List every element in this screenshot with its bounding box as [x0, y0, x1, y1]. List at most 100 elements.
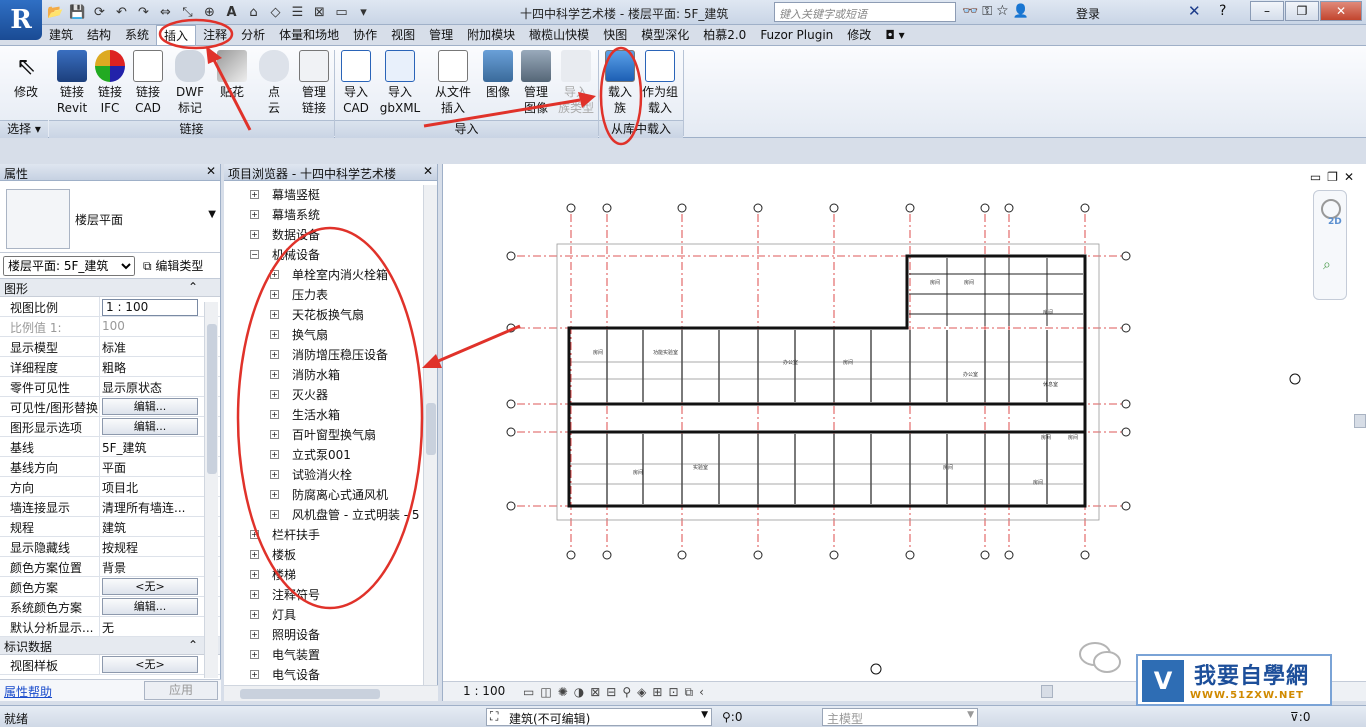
tab-quickmap[interactable]: 快图 [596, 25, 634, 45]
type-selector[interactable]: 楼层平面 ▼ [0, 181, 220, 253]
point-cloud-button[interactable]: 点云 [254, 50, 294, 116]
filter-icon[interactable]: ⊽ [1290, 710, 1299, 724]
thin-lines-icon[interactable]: ☰ [288, 3, 307, 22]
expand-icon[interactable]: + [270, 290, 279, 299]
tab-modify[interactable]: 修改 [840, 25, 878, 45]
tab-architecture[interactable]: 建筑 [42, 25, 80, 45]
expand-icon[interactable]: + [270, 490, 279, 499]
edit-type-button[interactable]: ⧉ 编辑类型 [143, 257, 203, 274]
browser-tree-item[interactable]: + 灯具 [224, 605, 422, 625]
expand-icon[interactable]: + [270, 390, 279, 399]
collapse-icon[interactable]: − [250, 250, 259, 259]
link-ifc-button[interactable]: 链接 IFC [90, 50, 130, 116]
expand-icon[interactable]: + [250, 210, 259, 219]
tab-addins[interactable]: 附加模块 [460, 25, 522, 45]
close-icon[interactable]: ✕ [206, 164, 216, 178]
tab-manage[interactable]: 管理 [422, 25, 460, 45]
load-as-group-button[interactable]: 作为组 载入 [640, 50, 680, 116]
browser-tree-item[interactable]: + 单栓室内消火栓箱 [224, 265, 422, 285]
browser-scrollbar[interactable] [423, 185, 437, 685]
tab-view[interactable]: 视图 [384, 25, 422, 45]
analytical-model-icon[interactable]: ⊡ [668, 685, 678, 700]
insert-from-file-button[interactable]: 从文件 插入 [430, 50, 476, 116]
visual-style-icon[interactable]: ◫ [540, 685, 551, 700]
instance-filter-select[interactable]: 楼层平面: 5F_建筑 [3, 255, 135, 276]
temporary-hide-icon[interactable]: ⚲ [622, 685, 631, 700]
browser-tree-item[interactable]: + 试验消火栓 [224, 465, 422, 485]
tab-collaborate[interactable]: 协作 [346, 25, 384, 45]
property-row[interactable]: 方向 项目北 [0, 477, 220, 497]
login-link[interactable]: 登录 [1076, 5, 1100, 22]
property-row[interactable]: 颜色方案 <无> [0, 577, 220, 597]
browser-tree-item[interactable]: + 风机盘管 - 立式明装 - 5 [224, 505, 422, 525]
detail-level-icon[interactable]: ▭ [523, 685, 534, 700]
text-icon[interactable]: A [222, 3, 241, 22]
editable-icon[interactable]: ⚲ [722, 710, 731, 724]
binoculars-icon[interactable]: 👓 [962, 4, 978, 19]
property-row[interactable]: 比例值 1: 100 [0, 317, 220, 337]
property-edit-button[interactable]: <无> [100, 655, 200, 674]
image-button[interactable]: 图像 [478, 50, 518, 100]
link-revit-button[interactable]: 链接 Revit [52, 50, 92, 116]
property-row[interactable]: 零件可见性 显示原状态 [0, 377, 220, 397]
tag-icon[interactable]: ⊕ [200, 3, 219, 22]
browser-tree-item[interactable]: + 照明设备 [224, 625, 422, 645]
group-select[interactable]: 选择 ▾ [0, 120, 48, 138]
property-row[interactable]: 图形显示选项 编辑... [0, 417, 220, 437]
properties-scrollbar[interactable] [204, 302, 218, 678]
3d-icon[interactable]: ⌂ [244, 3, 263, 22]
minimize-button[interactable]: – [1250, 1, 1284, 21]
tab-analyze[interactable]: 分析 [234, 25, 272, 45]
property-row[interactable]: 详细程度 粗略 [0, 357, 220, 377]
property-row[interactable]: 可见性/图形替换 编辑... [0, 397, 220, 417]
tab-insert[interactable]: 插入 [156, 25, 197, 45]
property-row[interactable]: 系统颜色方案 编辑... [0, 597, 220, 617]
section-identity-data[interactable]: 标识数据 ⌃ [0, 637, 220, 655]
reveal-hidden-icon[interactable]: ◈ [637, 685, 646, 700]
crop-view-icon[interactable]: ⊠ [590, 685, 600, 700]
close-icon[interactable]: ✕ [423, 164, 433, 178]
property-edit-button[interactable]: <无> [100, 577, 200, 596]
browser-hscrollbar[interactable] [224, 685, 438, 701]
browser-tree-item[interactable]: + 灭火器 [224, 385, 422, 405]
manage-images-button[interactable]: 管理 图像 [516, 50, 556, 116]
horizontal-scroll-thumb[interactable] [1041, 685, 1053, 698]
tab-model-deepen[interactable]: 模型深化 [634, 25, 696, 45]
tab-massing-site[interactable]: 体量和场地 [272, 25, 346, 45]
highlight-displacement-icon[interactable]: ⧉ [685, 685, 694, 700]
browser-tree-item[interactable]: + 楼梯 [224, 565, 422, 585]
scroll-thumb[interactable] [207, 324, 217, 474]
worksharing-display-icon[interactable]: ⊞ [652, 685, 662, 700]
scroll-thumb[interactable] [240, 689, 380, 699]
dimension-icon[interactable]: ⤡ [178, 3, 197, 22]
browser-tree-item[interactable]: + 压力表 [224, 285, 422, 305]
property-edit-button[interactable]: 编辑... [100, 417, 200, 436]
browser-tree-item[interactable]: + 换气扇 [224, 325, 422, 345]
tab-fuzor[interactable]: Fuzor Plugin [753, 25, 840, 45]
close-hidden-icon[interactable]: ⊠ [310, 3, 329, 22]
expand-icon[interactable]: + [270, 370, 279, 379]
import-family-types-button[interactable]: 导入 族类型 [556, 50, 596, 116]
property-row[interactable]: 规程 建筑 [0, 517, 220, 537]
property-row[interactable]: 视图比例 1 : 100 [0, 297, 220, 317]
design-option-selector[interactable]: 主模型 ▼ [822, 708, 978, 726]
exchange-icon[interactable]: ✕ [1188, 1, 1218, 21]
user-icon[interactable]: 👤 [1013, 4, 1029, 19]
key-icon[interactable]: ⚿ [982, 4, 992, 19]
expand-icon[interactable]: + [250, 590, 259, 599]
browser-tree-item[interactable]: + 数据设备 [224, 225, 422, 245]
search-input[interactable]: 键入关键字或短语 [774, 2, 956, 22]
property-value[interactable]: 1 : 100 [100, 297, 200, 316]
browser-tree-item[interactable]: + 电气设备 [224, 665, 422, 685]
scroll-left-icon[interactable]: ‹ [699, 685, 704, 700]
browser-tree-item[interactable]: + 消防水箱 [224, 365, 422, 385]
expand-icon[interactable]: + [250, 630, 259, 639]
import-cad-button[interactable]: 导入 CAD [336, 50, 376, 116]
modify-button[interactable]: ⇖ 修改 [6, 50, 46, 100]
sync-icon[interactable]: ⟳ [90, 3, 109, 22]
section-graphics[interactable]: 图形 ⌃ [0, 279, 220, 297]
browser-tree-item[interactable]: + 楼板 [224, 545, 422, 565]
property-edit-button[interactable]: 编辑... [100, 597, 200, 616]
properties-help-link[interactable]: 属性帮助 [4, 683, 52, 700]
expand-icon[interactable]: + [270, 310, 279, 319]
